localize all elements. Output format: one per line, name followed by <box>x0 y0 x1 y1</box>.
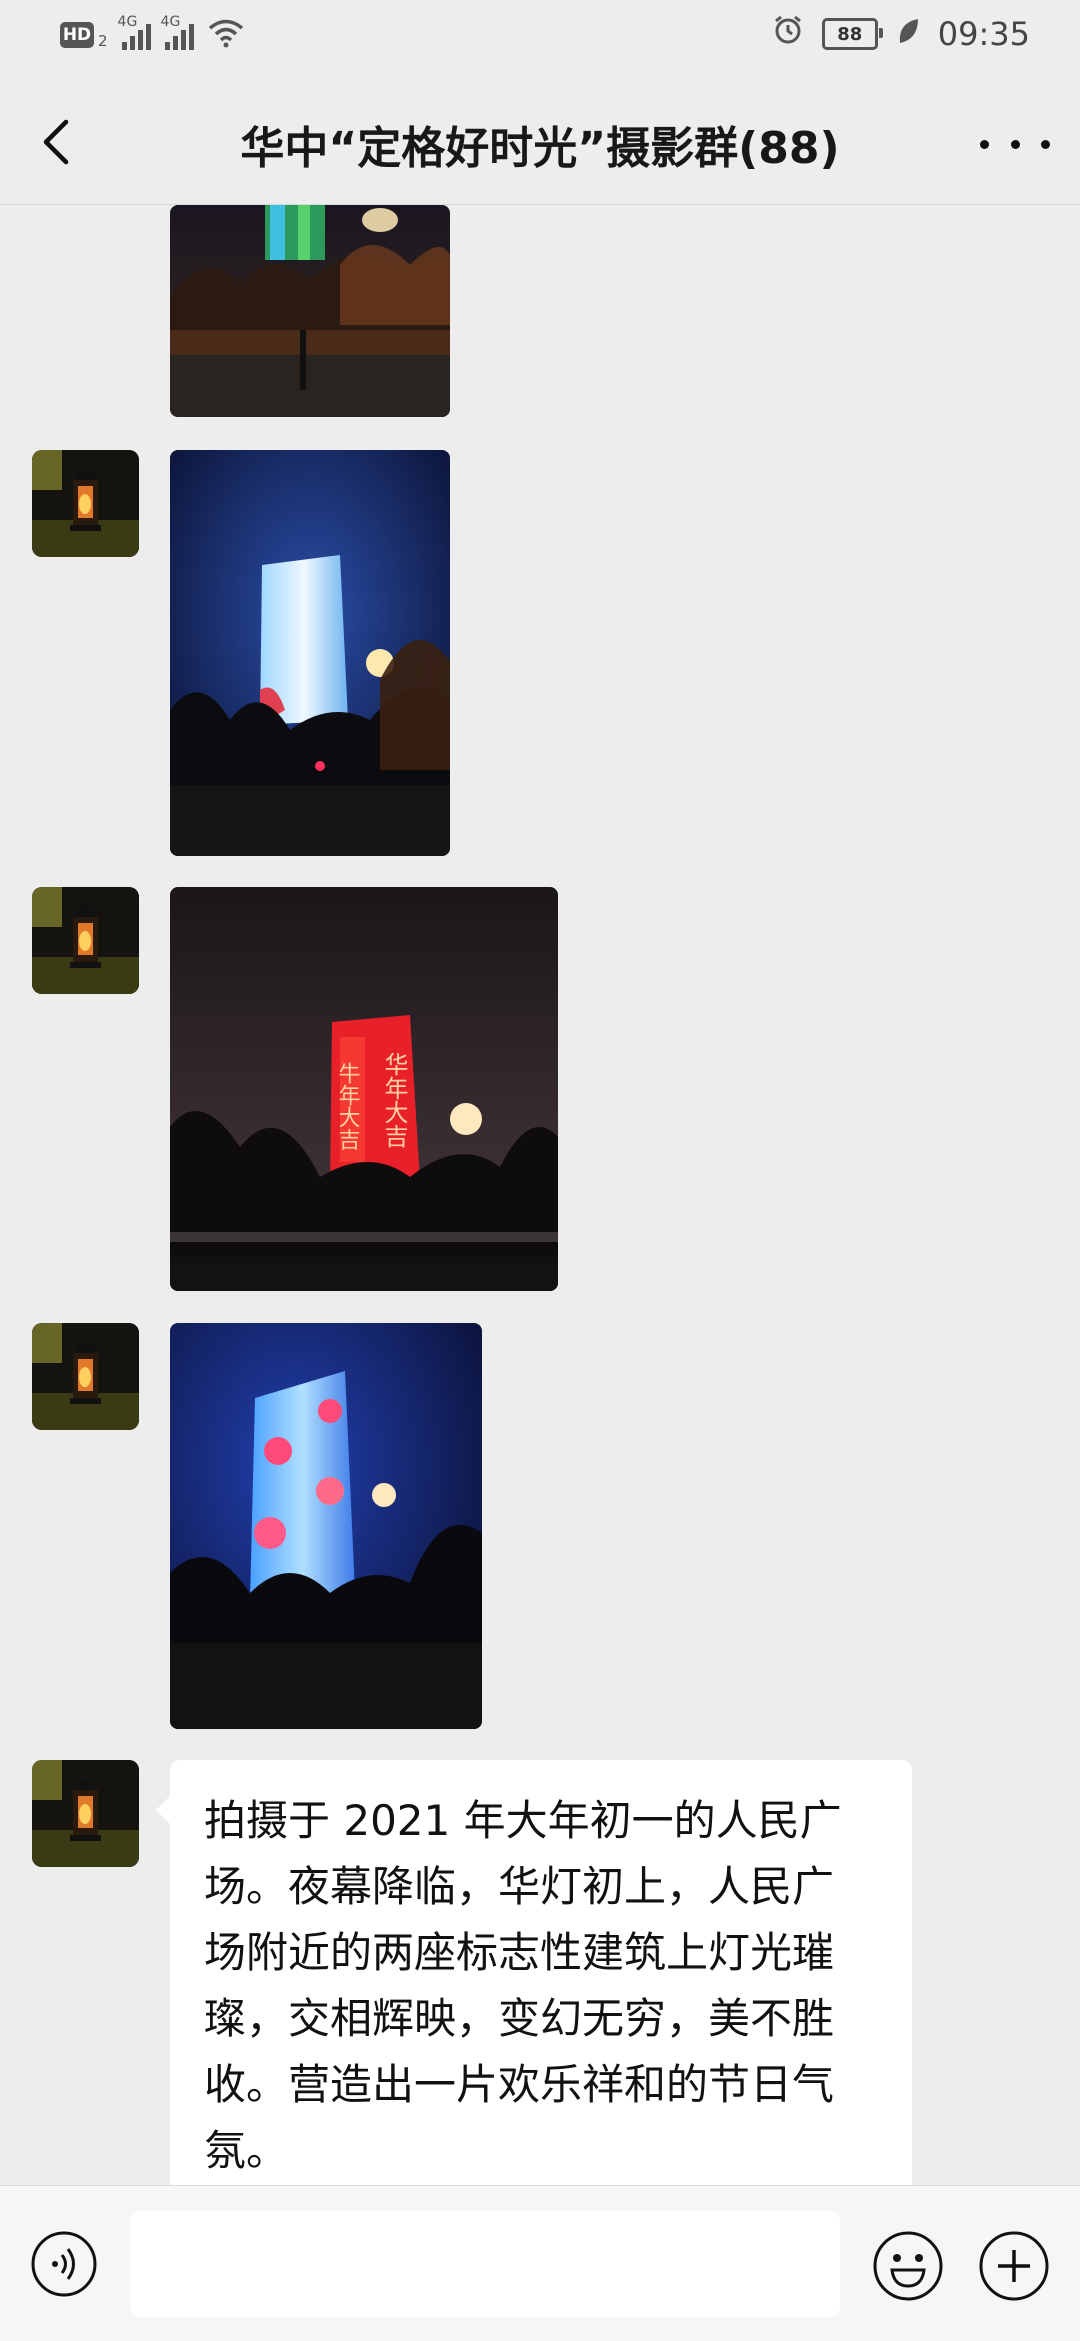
chat-message-list[interactable]: 牛年大吉 华年大吉 拍摄于 2021 年大年初一的人民广 场。夜幕降临，华灯初上… <box>0 205 1080 2185</box>
lantern-avatar <box>32 1323 139 1430</box>
status-left: HD 2 4G 4G <box>60 14 244 52</box>
building-caption-right: 华年大吉 <box>380 1052 408 1148</box>
lantern-avatar <box>32 450 139 557</box>
signal-label: 4G <box>160 14 181 30</box>
more-button[interactable] <box>980 114 1050 174</box>
battery-indicator: 88 <box>821 18 883 50</box>
voice-button[interactable] <box>30 2230 98 2298</box>
signal-icon: 4G <box>118 14 151 50</box>
lantern-avatar <box>32 887 139 994</box>
message-line: 璨，交相辉映，变幻无穷，美不胜 <box>204 1994 835 2043</box>
hd-sub-label: 2 <box>98 32 108 50</box>
message-line: 拍摄于 2021 年大年初一的人民广 <box>204 1796 842 1845</box>
voice-icon <box>31 2231 97 2297</box>
message-line: 氛。 <box>204 2126 289 2175</box>
avatar[interactable] <box>32 887 139 994</box>
avatar[interactable] <box>32 450 139 557</box>
hd-badge: HD <box>60 22 94 48</box>
leaf-icon <box>896 15 920 53</box>
chat-image[interactable] <box>170 450 450 856</box>
plus-button[interactable] <box>978 2230 1050 2302</box>
status-bar: HD 2 4G 4G 88 09:35 <box>0 0 1080 74</box>
alarm-icon <box>772 14 804 54</box>
message-line: 场附近的两座标志性建筑上灯光璀 <box>204 1928 835 1977</box>
plus-icon <box>979 2231 1049 2301</box>
chat-header: 华中“定格好时光”摄影群(88) <box>0 74 1080 205</box>
clock-time: 09:35 <box>937 15 1030 53</box>
wifi-icon <box>208 18 244 52</box>
message-input[interactable] <box>130 2211 840 2317</box>
chat-title: 华中“定格好时光”摄影群(88) <box>240 123 840 174</box>
lantern-avatar <box>32 1760 139 1867</box>
avatar[interactable] <box>32 1760 139 1867</box>
message-line: 收。营造出一片欢乐祥和的节日气 <box>204 2060 835 2109</box>
more-dots-icon <box>980 139 989 149</box>
chat-image[interactable] <box>170 205 450 417</box>
avatar[interactable] <box>32 1323 139 1430</box>
text-message-bubble[interactable]: 拍摄于 2021 年大年初一的人民广 场。夜幕降临，华灯初上，人民广 场附近的两… <box>156 1760 912 2185</box>
signal-icon: 4G <box>161 14 194 50</box>
emoji-icon <box>873 2231 943 2301</box>
signal-label: 4G <box>117 14 138 30</box>
building-caption-left: 牛年大吉 <box>335 1062 361 1150</box>
message-line: 场。夜幕降临，华灯初上，人民广 <box>204 1862 835 1911</box>
chat-image[interactable] <box>170 1323 482 1729</box>
emoji-button[interactable] <box>872 2230 944 2302</box>
input-bar <box>0 2185 1080 2341</box>
chat-image[interactable]: 牛年大吉 华年大吉 <box>170 887 558 1291</box>
status-right: 88 09:35 <box>772 14 1030 54</box>
